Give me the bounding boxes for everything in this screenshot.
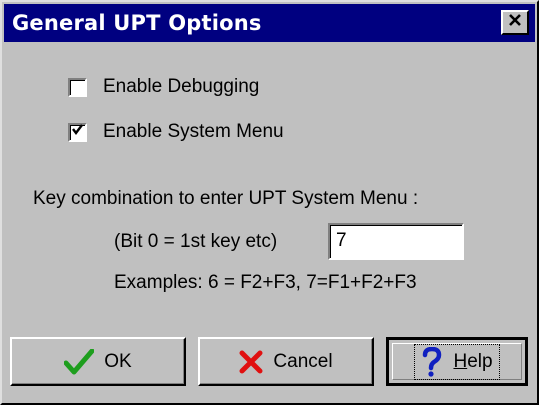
- close-icon: [508, 13, 522, 32]
- enable-debugging-checkbox[interactable]: [68, 77, 87, 97]
- checkmark-icon: [71, 123, 84, 141]
- window-title: General UPT Options: [12, 11, 262, 35]
- help-focus-rect: Help: [414, 343, 500, 380]
- help-button-label: Help: [453, 350, 493, 372]
- enable-debugging-label: Enable Debugging: [103, 76, 260, 97]
- ok-button[interactable]: OK: [10, 337, 186, 386]
- bit-hint-label: (Bit 0 = 1st key etc): [114, 231, 278, 252]
- ok-button-label: OK: [104, 350, 132, 372]
- options-dialog: General UPT Options Enable Debugging Ena…: [0, 0, 539, 405]
- ok-checkmark-icon: [64, 348, 95, 375]
- cancel-button-label: Cancel: [273, 350, 333, 372]
- enable-system-menu-label: Enable System Menu: [103, 121, 284, 142]
- enable-debugging-option[interactable]: Enable Debugging: [68, 76, 259, 98]
- key-combination-input[interactable]: 7: [328, 223, 464, 260]
- key-combination-heading: Key combination to enter UPT System Menu…: [33, 188, 419, 209]
- cancel-x-icon: [239, 350, 263, 374]
- close-button[interactable]: [501, 10, 529, 35]
- enable-system-menu-option[interactable]: Enable System Menu: [68, 121, 284, 143]
- help-button[interactable]: Help: [386, 337, 528, 386]
- help-button-face: Help: [392, 343, 522, 380]
- help-question-mark-icon: [421, 346, 443, 377]
- title-bar[interactable]: General UPT Options: [4, 4, 535, 42]
- examples-text: Examples: 6 = F2+F3, 7=F1+F2+F3: [114, 272, 417, 293]
- enable-system-menu-checkbox[interactable]: [68, 122, 87, 142]
- cancel-button[interactable]: Cancel: [198, 337, 374, 386]
